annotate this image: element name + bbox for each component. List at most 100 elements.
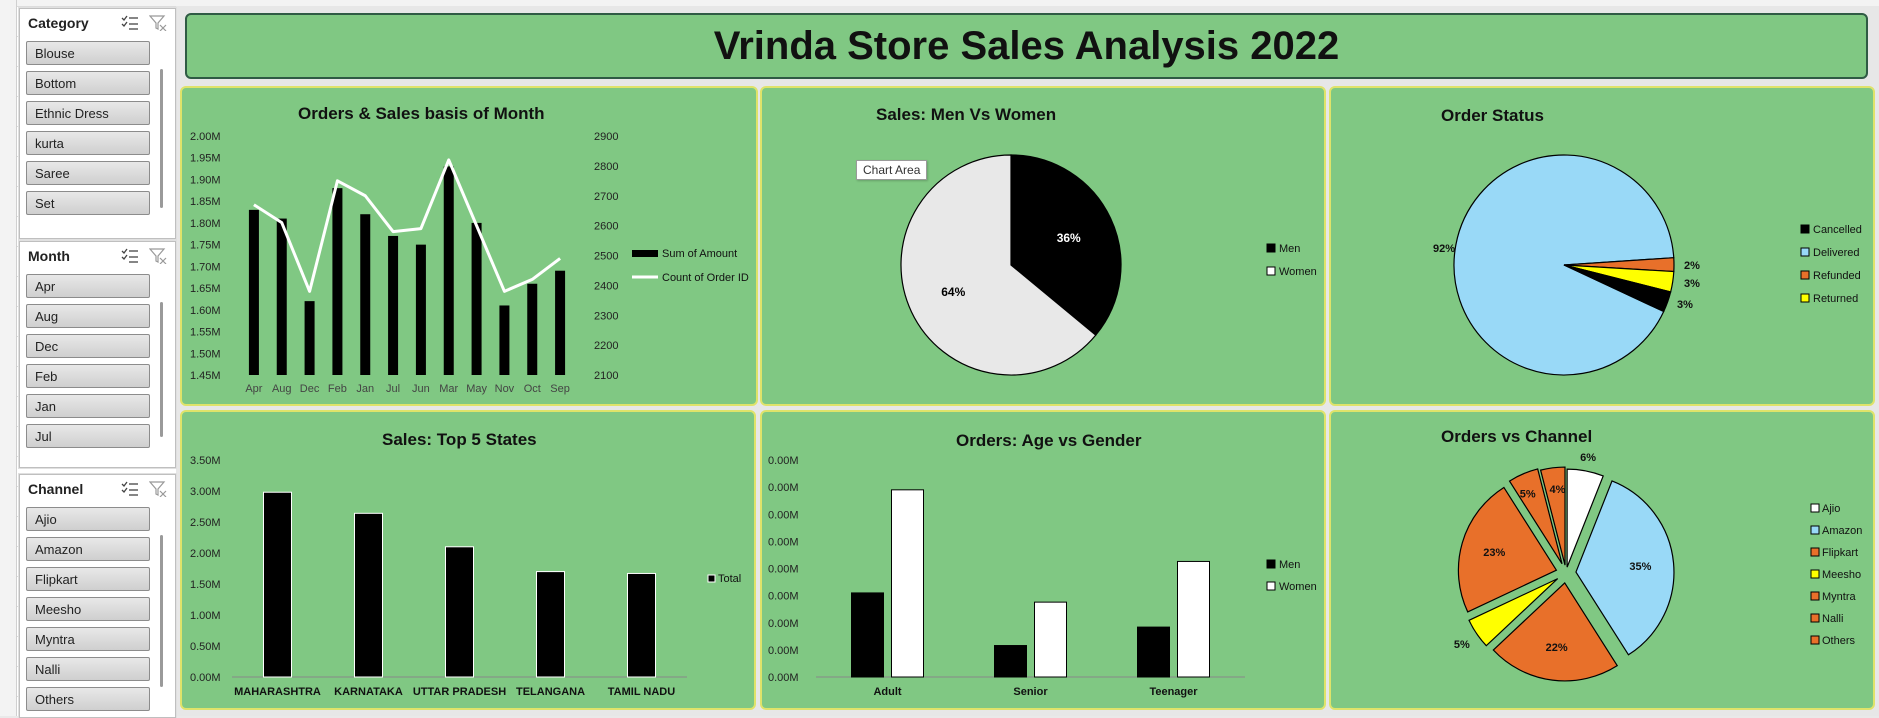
age-gender-bar <box>1137 626 1170 678</box>
slicer-item-myntra[interactable]: Myntra <box>26 627 150 651</box>
y-axis-tick-label: 0.50M <box>190 641 221 653</box>
x-axis-tick-label: Sep <box>550 383 570 395</box>
x-axis-tick-label: KARNATAKA <box>334 686 403 698</box>
legend-swatch <box>1800 293 1810 303</box>
pie-data-label: 2% <box>1684 260 1700 272</box>
pie-data-label: 64% <box>941 285 965 299</box>
slicer-item-ethnic-dress[interactable]: Ethnic Dress <box>26 101 150 125</box>
month-combo-chart: 1.45M 1.50M 1.55M 1.60M 1.65M 1.70M 1.75M 1.80M… <box>190 131 749 395</box>
legend-label: Nalli <box>1822 613 1843 625</box>
slicer-scrollbar[interactable] <box>160 69 163 208</box>
y-axis-tick-label: 0.00M <box>768 672 799 684</box>
clear-filter-icon[interactable] <box>148 481 167 498</box>
slicer-item-others[interactable]: Others <box>26 687 150 711</box>
legend-swatch <box>707 574 716 583</box>
age-chart-panel[interactable]: Orders: Age vs Gender 0.00M 0.00M 0.00M 0.0… <box>760 410 1326 710</box>
y-axis-tick-label: 1.45M <box>190 370 221 382</box>
legend-swatch <box>1266 559 1276 569</box>
pie-data-label: 36% <box>1057 231 1081 245</box>
legend-label: Others <box>1822 635 1856 647</box>
slicer-item-dec[interactable]: Dec <box>26 334 150 358</box>
slicer-item-jan[interactable]: Jan <box>26 394 150 418</box>
legend-label: Women <box>1279 581 1317 593</box>
state-bar <box>263 491 292 678</box>
pie-data-label: 6% <box>1580 452 1596 464</box>
slicer-scrollbar[interactable] <box>160 302 163 437</box>
legend-label: Men <box>1279 559 1300 571</box>
legend-swatch <box>1810 547 1820 557</box>
multi-select-icon[interactable] <box>121 248 139 264</box>
pie-data-label: 92% <box>1433 243 1455 255</box>
y-axis-tick-label: 2.00M <box>190 131 221 143</box>
slicer-item-nalli[interactable]: Nalli <box>26 657 150 681</box>
age-gender-bar <box>851 592 884 678</box>
clear-filter-icon[interactable] <box>148 248 167 265</box>
y2-axis-tick-label: 2400 <box>594 280 618 292</box>
y-axis-tick-label: 0.00M <box>190 672 221 684</box>
gender-chart-panel[interactable]: Sales: Men Vs Women Chart Area 36% 64% Men… <box>760 86 1326 406</box>
x-axis-tick-label: Jun <box>412 383 430 395</box>
dashboard-title-box[interactable]: Vrinda Store Sales Analysis 2022 <box>185 13 1868 79</box>
y2-axis-tick-label: 2900 <box>594 131 618 143</box>
y-axis-tick-label: 3.50M <box>190 455 221 467</box>
slicer-category[interactable]: Category Blouse Bottom Ethnic Dress kurta Sar… <box>19 8 176 239</box>
pie-data-label: 35% <box>1629 561 1651 573</box>
slicer-item-kurta[interactable]: kurta <box>26 131 150 155</box>
y2-axis-tick-label: 2100 <box>594 370 618 382</box>
slicer-item-flipkart[interactable]: Flipkart <box>26 567 150 591</box>
amount-bar <box>388 235 399 375</box>
states-bar-chart: 0.00M 0.50M 1.00M 1.50M 2.00M 2.50M 3.00M 3.50M… <box>190 455 741 698</box>
status-chart-panel[interactable]: Order Status 92% 2% 3% 3% Cancelled Delivered… <box>1329 86 1875 406</box>
slicer-item-bottom[interactable]: Bottom <box>26 71 150 95</box>
slicer-item-list: Ajio Amazon Flipkart Meesho Myntra Nalli Other… <box>26 507 150 717</box>
slicer-month[interactable]: Month Apr Aug Dec Feb Jan Jul <box>19 241 176 468</box>
pie-data-label: 22% <box>1546 642 1568 654</box>
state-bar <box>445 546 474 678</box>
pie-data-label: 3% <box>1684 278 1700 290</box>
legend-label: Amazon <box>1822 525 1862 537</box>
slicer-channel[interactable]: Channel Ajio Amazon Flipkart Meesho Myntra Nal… <box>19 474 176 718</box>
legend-label: Count of Order ID <box>662 272 749 284</box>
legend-swatch <box>1800 270 1810 280</box>
channel-chart-panel[interactable]: Orders vs Channel 6% 35% 22% 5% 23% 5% 4% Ajio A… <box>1329 410 1875 710</box>
slicer-item-amazon[interactable]: Amazon <box>26 537 150 561</box>
slicer-item-apr[interactable]: Apr <box>26 274 150 298</box>
slicer-item-aug[interactable]: Aug <box>26 304 150 328</box>
x-axis-tick-label: Nov <box>495 383 515 395</box>
slicer-item-meesho[interactable]: Meesho <box>26 597 150 621</box>
amount-bar <box>415 244 426 375</box>
x-axis-tick-label: May <box>466 383 487 395</box>
amount-bar <box>471 222 482 375</box>
legend-label: Ajio <box>1822 503 1840 515</box>
amount-bar <box>443 166 454 375</box>
slicer-item-ajio[interactable]: Ajio <box>26 507 150 531</box>
pie-data-label: 3% <box>1677 299 1693 311</box>
states-chart-panel[interactable]: Sales: Top 5 States 0.00M 0.50M 1.00M 1.50M… <box>180 410 756 710</box>
slicer-item-blouse[interactable]: Blouse <box>26 41 150 65</box>
multi-select-icon[interactable] <box>121 481 139 497</box>
row-header-strip <box>0 0 17 716</box>
legend-label: Refunded <box>1813 270 1861 282</box>
x-axis-tick-label: Dec <box>300 383 320 395</box>
pie-data-label: 5% <box>1520 489 1536 501</box>
slicer-item-set[interactable]: Set <box>26 191 150 215</box>
state-bar <box>354 512 383 678</box>
slicer-scrollbar[interactable] <box>160 535 163 687</box>
y-axis-tick-label: 1.55M <box>190 327 221 339</box>
amount-bar <box>304 301 315 375</box>
y-axis-tick-label: 0.00M <box>768 618 799 630</box>
slicer-title: Category <box>28 15 89 31</box>
month-chart-panel[interactable]: Orders & Sales basis of Month 1.45M 1.50M… <box>180 86 758 406</box>
x-axis-tick-label: Teenager <box>1149 686 1198 698</box>
slicer-item-list: Blouse Bottom Ethnic Dress kurta Saree Set <box>26 41 150 221</box>
y-axis-tick-label: 0.00M <box>768 509 799 521</box>
y-axis-tick-label: 2.50M <box>190 517 221 529</box>
slicer-item-saree[interactable]: Saree <box>26 161 150 185</box>
legend-swatch <box>1810 591 1820 601</box>
slicer-item-feb[interactable]: Feb <box>26 364 150 388</box>
multi-select-icon[interactable] <box>121 15 139 31</box>
clear-filter-icon[interactable] <box>148 15 167 32</box>
x-axis-tick-label: Mar <box>439 383 458 395</box>
legend-swatch <box>1810 635 1820 645</box>
slicer-item-jul[interactable]: Jul <box>26 424 150 448</box>
